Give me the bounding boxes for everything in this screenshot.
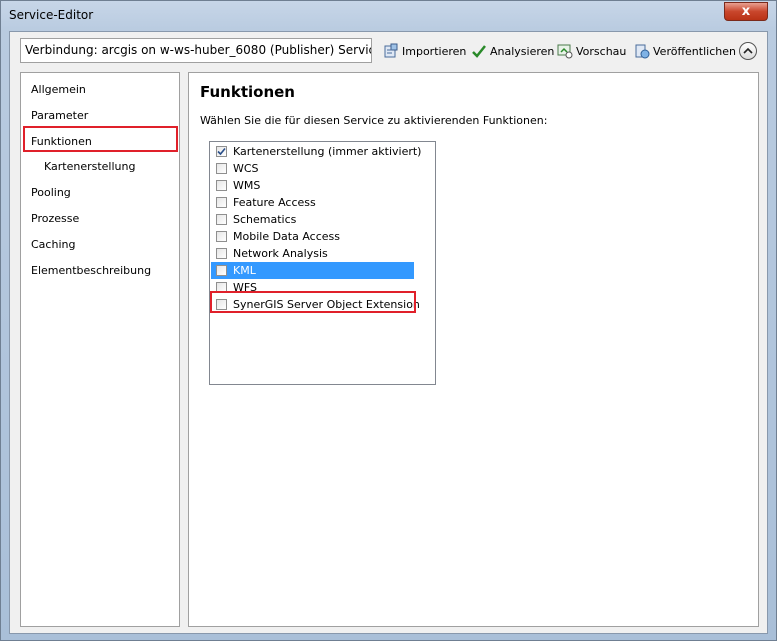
capability-feature-access[interactable]: Feature Access bbox=[211, 194, 434, 211]
checkmark-icon bbox=[471, 43, 487, 59]
capabilities-panel: Funktionen Wählen Sie die für diesen Ser… bbox=[188, 72, 759, 627]
checkbox[interactable] bbox=[216, 248, 227, 259]
page-title: Funktionen bbox=[200, 83, 295, 101]
nav-item-caching[interactable]: Caching bbox=[31, 238, 75, 251]
preview-button[interactable]: Vorschau bbox=[557, 42, 626, 60]
capability-schematics[interactable]: Schematics bbox=[211, 211, 434, 228]
capability-kml[interactable]: KML bbox=[211, 262, 414, 279]
instruction-text: Wählen Sie die für diesen Service zu akt… bbox=[200, 114, 548, 127]
close-button[interactable]: x bbox=[724, 2, 768, 21]
capability-label: KML bbox=[233, 264, 256, 277]
capability-wcs[interactable]: WCS bbox=[211, 160, 434, 177]
nav-item-kartenerstellung[interactable]: Kartenerstellung bbox=[44, 160, 135, 173]
collapse-button[interactable] bbox=[739, 42, 757, 60]
checkbox[interactable] bbox=[216, 265, 227, 276]
capability-mobile-data-access[interactable]: Mobile Data Access bbox=[211, 228, 434, 245]
capabilities-list[interactable]: Kartenerstellung (immer aktiviert) WCS W… bbox=[209, 141, 436, 385]
check-icon bbox=[217, 147, 226, 156]
import-icon bbox=[383, 43, 399, 59]
preview-label: Vorschau bbox=[576, 44, 627, 58]
connection-field[interactable]: Verbindung: arcgis on w-ws-huber_6080 (P… bbox=[20, 38, 372, 63]
window-title: Service-Editor bbox=[9, 8, 94, 22]
checkbox[interactable] bbox=[216, 163, 227, 174]
capability-wms[interactable]: WMS bbox=[211, 177, 434, 194]
capability-kartenerstellung[interactable]: Kartenerstellung (immer aktiviert) bbox=[211, 143, 434, 160]
import-label: Importieren bbox=[402, 44, 467, 58]
nav-item-prozesse[interactable]: Prozesse bbox=[31, 212, 79, 225]
analyze-button[interactable]: Analysieren bbox=[471, 42, 554, 60]
toolbar: Verbindung: arcgis on w-ws-huber_6080 (P… bbox=[10, 32, 767, 70]
capability-label: WMS bbox=[233, 179, 261, 192]
publish-icon bbox=[634, 43, 650, 59]
publish-button[interactable]: Veröffentlichen bbox=[634, 42, 736, 60]
nav-item-allgemein[interactable]: Allgemein bbox=[31, 83, 86, 96]
checkbox-checked[interactable] bbox=[216, 146, 227, 157]
capability-label: Schematics bbox=[233, 213, 297, 226]
title-bar[interactable]: Service-Editor x bbox=[1, 1, 776, 31]
close-icon: x bbox=[741, 4, 751, 19]
nav-item-elementbeschreibung[interactable]: Elementbeschreibung bbox=[31, 264, 151, 277]
capability-label: Network Analysis bbox=[233, 247, 328, 260]
nav-item-parameter[interactable]: Parameter bbox=[31, 109, 88, 122]
preview-icon bbox=[557, 43, 573, 59]
capability-label: Feature Access bbox=[233, 196, 316, 209]
kml-highlight-box bbox=[210, 291, 416, 313]
checkbox[interactable] bbox=[216, 197, 227, 208]
capability-network-analysis[interactable]: Network Analysis bbox=[211, 245, 434, 262]
nav-item-pooling[interactable]: Pooling bbox=[31, 186, 71, 199]
capability-label: Kartenerstellung (immer aktiviert) bbox=[233, 145, 422, 158]
nav-item-funktionen[interactable]: Funktionen bbox=[31, 135, 92, 148]
settings-nav: Allgemein Parameter Funktionen Karteners… bbox=[20, 72, 180, 627]
publish-label: Veröffentlichen bbox=[653, 44, 736, 58]
import-button[interactable]: Importieren bbox=[383, 42, 466, 60]
checkbox[interactable] bbox=[216, 214, 227, 225]
service-editor-window: Service-Editor x Verbindung: arcgis on w… bbox=[0, 0, 777, 641]
checkbox[interactable] bbox=[216, 180, 227, 191]
analyze-label: Analysieren bbox=[490, 44, 555, 58]
checkbox[interactable] bbox=[216, 231, 227, 242]
chevron-up-icon bbox=[743, 47, 753, 54]
capability-label: Mobile Data Access bbox=[233, 230, 340, 243]
capability-label: WCS bbox=[233, 162, 259, 175]
editor-client: Verbindung: arcgis on w-ws-huber_6080 (P… bbox=[9, 31, 768, 634]
